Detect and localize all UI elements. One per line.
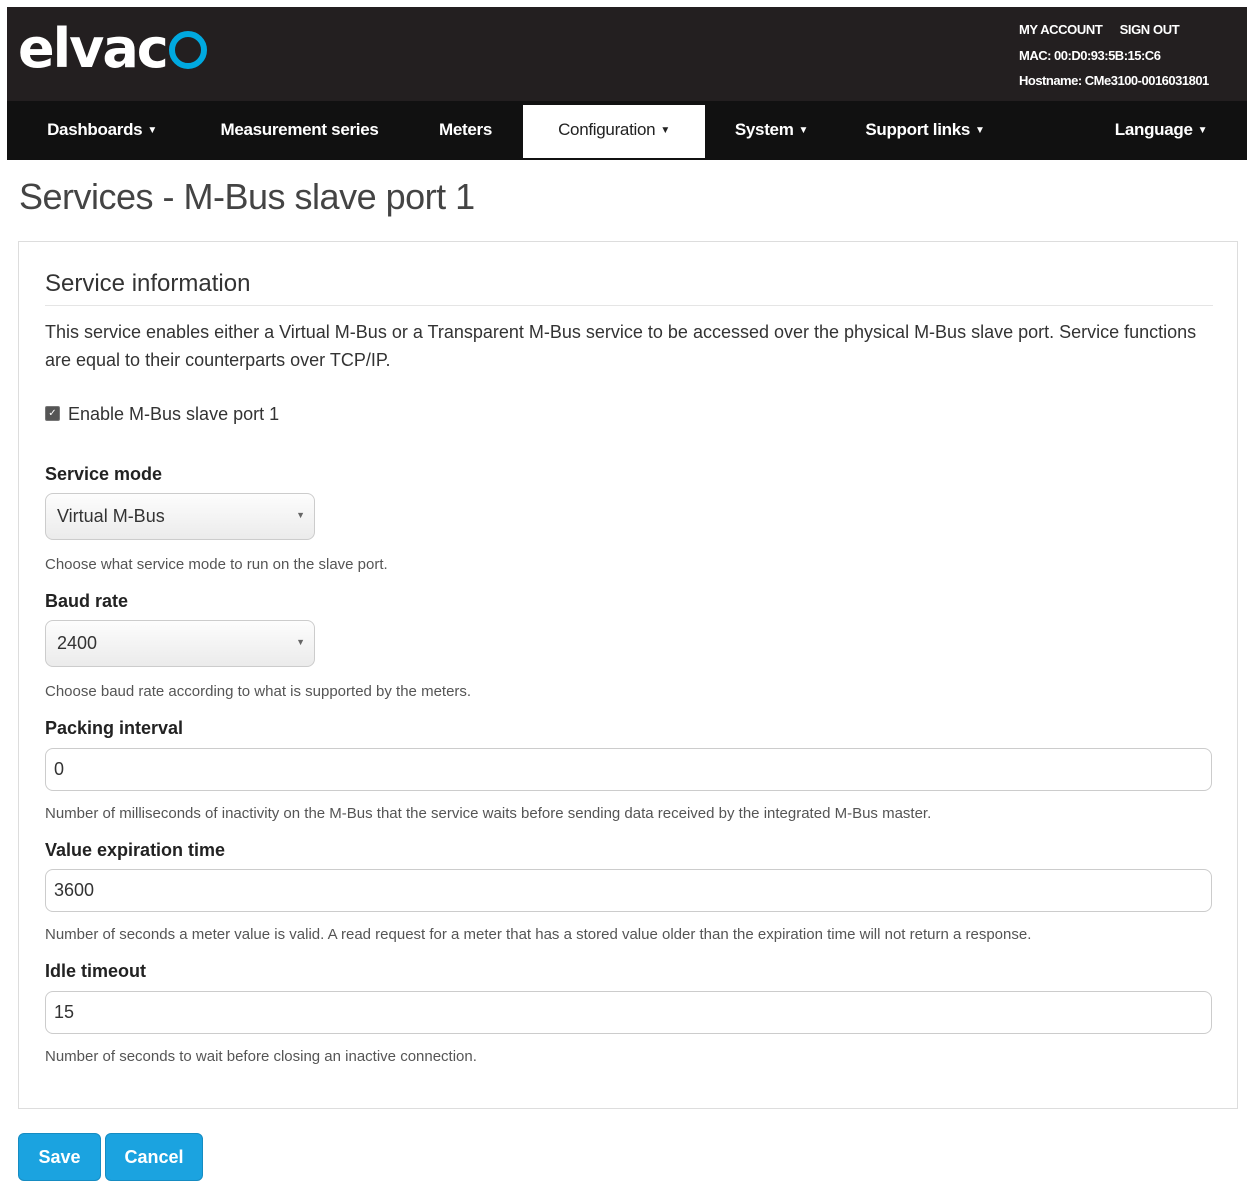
nav-configuration[interactable]: Configuration ▼	[523, 105, 705, 158]
nav-support-links-label: Support links	[865, 120, 971, 139]
section-divider	[45, 305, 1213, 306]
baud-rate-value: 2400	[57, 633, 98, 653]
main-navbar: Dashboards ▼ Measurement series Meters Co…	[7, 101, 1247, 160]
baud-rate-label: Baud rate	[45, 591, 129, 611]
nav-measurement-series[interactable]: Measurement series	[202, 101, 397, 160]
packing-interval-label: Packing interval	[45, 718, 184, 738]
enable-label: Enable M-Bus slave port 1	[68, 404, 280, 424]
service-mode-help: Choose what service mode to run on the s…	[45, 556, 388, 573]
nav-meters-label: Meters	[438, 120, 492, 139]
baud-rate-select[interactable]: 2400 ▼	[45, 620, 315, 667]
nav-dashboards[interactable]: Dashboards ▼	[27, 101, 177, 160]
nav-support-links[interactable]: Support links ▼	[855, 101, 995, 160]
idle-timeout-help: Number of seconds to wait before closing…	[45, 1048, 477, 1065]
dropdown-arrow-icon: ▼	[296, 637, 305, 647]
enable-row: ✓ Enable M-Bus slave port 1	[45, 404, 279, 425]
caret-down-icon: ▼	[1197, 124, 1208, 136]
service-description: This service enables either a Virtual M-…	[45, 322, 1197, 370]
value-expiration-label: Value expiration time	[45, 840, 226, 860]
enable-checkbox[interactable]: ✓	[45, 405, 60, 421]
nav-dashboards-label: Dashboards	[47, 120, 143, 139]
nav-configuration-label: Configuration	[558, 120, 656, 139]
caret-down-icon: ▼	[798, 124, 809, 136]
sign-out-link[interactable]: SIGN OUT	[1120, 22, 1180, 37]
packing-interval-input[interactable]: 0	[45, 748, 1212, 791]
idle-timeout-input[interactable]: 15	[45, 991, 1212, 1034]
nav-system[interactable]: System ▼	[719, 101, 824, 160]
service-mode-value: Virtual M-Bus	[57, 506, 165, 526]
logo-o-icon	[168, 31, 207, 69]
caret-down-icon: ▼	[660, 124, 670, 136]
value-expiration-input[interactable]: 3600	[45, 869, 1212, 912]
cancel-button[interactable]: Cancel	[105, 1133, 203, 1181]
packing-interval-value: 0	[54, 759, 65, 779]
nav-system-label: System	[734, 120, 794, 139]
value-expiration-help: Number of seconds a meter value is valid…	[45, 926, 1032, 943]
elvaco-logo[interactable]: elvac	[18, 17, 207, 80]
idle-timeout-value: 15	[54, 1002, 75, 1022]
nav-language-label: Language	[1114, 120, 1193, 139]
caret-down-icon: ▼	[147, 124, 157, 136]
header-bar: elvac MY ACCOUNT SIGN OUT MAC: 00:D0:93:…	[7, 7, 1247, 101]
nav-meters[interactable]: Meters	[427, 101, 504, 160]
logo-text: elvac	[18, 17, 169, 80]
hostname: Hostname: CMe3100-0016031801	[1019, 73, 1209, 88]
mac-address: MAC: 00:D0:93:5B:15:C6	[1019, 48, 1161, 63]
baud-rate-help: Choose baud rate according to what is su…	[45, 683, 472, 700]
service-mode-select[interactable]: Virtual M-Bus ▼	[45, 493, 315, 540]
dropdown-arrow-icon: ▼	[296, 510, 305, 520]
idle-timeout-label: Idle timeout	[45, 961, 147, 981]
packing-interval-help: Number of milliseconds of inactivity on …	[45, 805, 932, 822]
nav-measurement-series-label: Measurement series	[220, 120, 379, 139]
caret-down-icon: ▼	[975, 124, 985, 136]
service-mode-label: Service mode	[45, 464, 163, 484]
save-button[interactable]: Save	[18, 1133, 101, 1181]
page-title: Services - M-Bus slave port 1	[19, 176, 475, 217]
section-title: Service information	[45, 270, 251, 297]
nav-language[interactable]: Language ▼	[1105, 101, 1217, 160]
value-expiration-value: 3600	[54, 880, 95, 900]
account-links: MY ACCOUNT SIGN OUT	[1019, 22, 1193, 37]
service-panel: Service information This service enables…	[18, 241, 1238, 1109]
my-account-link[interactable]: MY ACCOUNT	[1019, 22, 1103, 37]
